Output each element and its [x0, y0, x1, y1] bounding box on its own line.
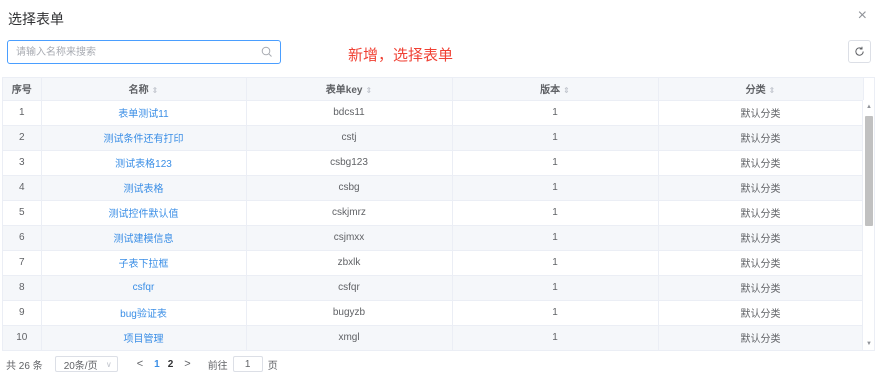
form-version: 1 [452, 100, 659, 126]
table-row[interactable]: 8 csfqr csfqr 1 默认分类 [3, 275, 864, 301]
annotation-text: 新增，选择表单 [348, 47, 454, 64]
goto-label: 前往 [207, 360, 228, 372]
column-header-version[interactable]: 版本 ⇕ [452, 78, 659, 101]
page-number[interactable]: 2 [168, 359, 174, 370]
form-name-link[interactable]: 测试表格123 [41, 150, 247, 176]
form-key: xmgl [246, 325, 453, 350]
search-box [7, 40, 281, 64]
column-header-key[interactable]: 表单key ⇕ [246, 78, 453, 101]
table-row[interactable]: 5 测试控件默认值 cskjmrz 1 默认分类 [3, 200, 864, 226]
scroll-down-arrow-icon[interactable]: ▼ [866, 341, 872, 347]
table-header-row: 序号 名称 ⇕ 表单key ⇕ 版本 ⇕ 分类 ⇕ [3, 78, 864, 101]
table-row[interactable]: 6 测试建模信息 csjmxx 1 默认分类 [3, 225, 864, 251]
row-index: 5 [3, 200, 42, 226]
form-version: 1 [452, 275, 659, 301]
sort-icon[interactable]: ⇕ [769, 86, 776, 95]
scroll-thumb[interactable] [865, 116, 873, 226]
form-category: 默认分类 [658, 125, 864, 151]
form-name-link[interactable]: 测试建模信息 [41, 225, 247, 251]
form-key: cstj [246, 125, 453, 151]
prev-page-button[interactable]: < [137, 358, 143, 370]
form-version: 1 [452, 225, 659, 251]
goto-page: 前往 页 [208, 356, 278, 372]
search-input[interactable] [8, 41, 248, 63]
form-key: bdcs11 [246, 100, 453, 126]
form-version: 1 [452, 175, 659, 201]
column-header-category[interactable]: 分类 ⇕ [658, 78, 864, 101]
form-category: 默认分类 [658, 300, 864, 326]
form-category: 默认分类 [658, 100, 864, 126]
form-table: 序号 名称 ⇕ 表单key ⇕ 版本 ⇕ 分类 ⇕ 1 表单测试11 bdcs11 1 … [2, 77, 875, 351]
row-index: 4 [3, 175, 42, 201]
table-row[interactable]: 9 bug验证表 bugyzb 1 默认分类 [3, 300, 864, 326]
close-icon[interactable]: × [858, 7, 867, 25]
table-row[interactable]: 7 子表下拉框 zbxlk 1 默认分类 [3, 250, 864, 276]
table-row[interactable]: 1 表单测试11 bdcs11 1 默认分类 [3, 100, 864, 126]
form-version: 1 [452, 125, 659, 151]
table-scrollbar[interactable]: ▲ ▼ [862, 100, 874, 350]
row-index: 6 [3, 225, 42, 251]
form-name-link[interactable]: bug验证表 [41, 300, 247, 326]
next-page-button[interactable]: > [184, 358, 190, 370]
form-key: zbxlk [246, 250, 453, 276]
refresh-icon [855, 46, 864, 56]
table-row[interactable]: 10 项目管理 xmgl 1 默认分类 [3, 325, 864, 350]
scroll-up-arrow-icon[interactable]: ▲ [866, 104, 872, 110]
row-index: 2 [3, 125, 42, 151]
form-key: csjmxx [246, 225, 453, 251]
refresh-button[interactable] [848, 40, 871, 63]
row-index: 8 [3, 275, 42, 301]
page-number[interactable]: 1 [154, 359, 160, 370]
row-index: 7 [3, 250, 42, 276]
table-row[interactable]: 2 测试条件还有打印 cstj 1 默认分类 [3, 125, 864, 151]
form-version: 1 [452, 200, 659, 226]
form-name-link[interactable]: 子表下拉框 [41, 250, 247, 276]
form-category: 默认分类 [658, 150, 864, 176]
sort-icon[interactable]: ⇕ [365, 86, 372, 95]
form-version: 1 [452, 300, 659, 326]
row-index: 10 [3, 325, 42, 350]
form-category: 默认分类 [658, 200, 864, 226]
form-key: csbg123 [246, 150, 453, 176]
form-category: 默认分类 [658, 225, 864, 251]
total-count: 共 26 条 [6, 360, 43, 372]
sort-icon[interactable]: ⇕ [563, 86, 570, 95]
column-header-name[interactable]: 名称 ⇕ [41, 78, 247, 101]
row-index: 1 [3, 100, 42, 126]
page-size-select[interactable]: 20条/页 ∨ [54, 356, 118, 372]
form-name-link[interactable]: 表单测试11 [41, 100, 247, 126]
table-row[interactable]: 4 测试表格 csbg 1 默认分类 [3, 175, 864, 201]
table-row[interactable]: 3 测试表格123 csbg123 1 默认分类 [3, 150, 864, 176]
form-key: csbg [246, 175, 453, 201]
form-category: 默认分类 [658, 250, 864, 276]
page-size-value: 20条/页 [63, 360, 98, 372]
row-index: 9 [3, 300, 42, 326]
form-key: bugyzb [246, 300, 453, 326]
form-name-link[interactable]: 项目管理 [41, 325, 247, 350]
form-category: 默认分类 [658, 325, 864, 350]
sort-icon[interactable]: ⇕ [152, 86, 159, 95]
row-index: 3 [3, 150, 42, 176]
form-key: cskjmrz [246, 200, 453, 226]
form-name-link[interactable]: csfqr [41, 275, 247, 301]
form-category: 默认分类 [658, 175, 864, 201]
pagination: 共 26 条 20条/页 ∨ < 1 2 > 前往 页 [6, 356, 278, 372]
form-category: 默认分类 [658, 275, 864, 301]
chevron-down-icon: ∨ [105, 359, 112, 369]
form-version: 1 [452, 325, 659, 350]
form-name-link[interactable]: 测试控件默认值 [41, 200, 247, 226]
goto-page-input[interactable] [232, 356, 263, 372]
search-icon[interactable] [261, 46, 273, 58]
goto-suffix: 页 [267, 360, 278, 372]
form-version: 1 [452, 150, 659, 176]
form-key: csfqr [246, 275, 453, 301]
dialog-title: 选择表单 [8, 11, 64, 27]
form-name-link[interactable]: 测试条件还有打印 [41, 125, 247, 151]
column-header-index: 序号 [3, 78, 42, 101]
form-name-link[interactable]: 测试表格 [41, 175, 247, 201]
form-version: 1 [452, 250, 659, 276]
